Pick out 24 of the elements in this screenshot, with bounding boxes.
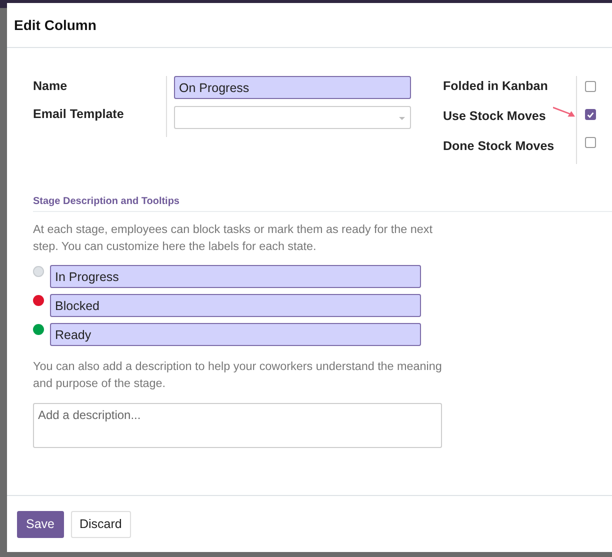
field-label: Name <box>33 79 68 93</box>
state-label-field[interactable]: Ready <box>50 323 421 346</box>
hint-text: You can also add a description to help your coworkers understand the meaning and purpose of the stage. <box>33 359 443 392</box>
description-field[interactable]: Add a description... <box>33 403 442 448</box>
state-label-field[interactable]: Blocked <box>50 294 421 317</box>
checkbox[interactable] <box>585 109 596 120</box>
discard-button[interactable]: Discard <box>70 510 131 538</box>
checkbox[interactable] <box>585 81 596 92</box>
checkbox[interactable] <box>585 137 596 148</box>
status-dot[interactable] <box>33 295 44 306</box>
name-field[interactable]: On Progress <box>174 76 411 99</box>
state-label-field[interactable]: In Progress <box>50 265 421 288</box>
arrow-icon <box>553 106 575 118</box>
field-label: Email Template <box>33 107 125 121</box>
option-label: Folded in Kanban <box>443 79 548 93</box>
status-dot[interactable] <box>33 266 44 277</box>
dialog-title: Edit Column <box>14 17 96 33</box>
dropdown-field[interactable] <box>174 106 411 129</box>
intro-text: At each stage, employees can block tasks or mark them as ready for the next step. You can customize here the labels for each state. <box>33 222 434 255</box>
option-label: Done Stock Moves <box>443 139 554 153</box>
section-title: Stage Description and Tooltips <box>33 196 180 207</box>
save-button[interactable]: Save <box>17 510 64 538</box>
option-label: Use Stock Moves <box>443 109 546 123</box>
status-dot[interactable] <box>33 324 44 335</box>
